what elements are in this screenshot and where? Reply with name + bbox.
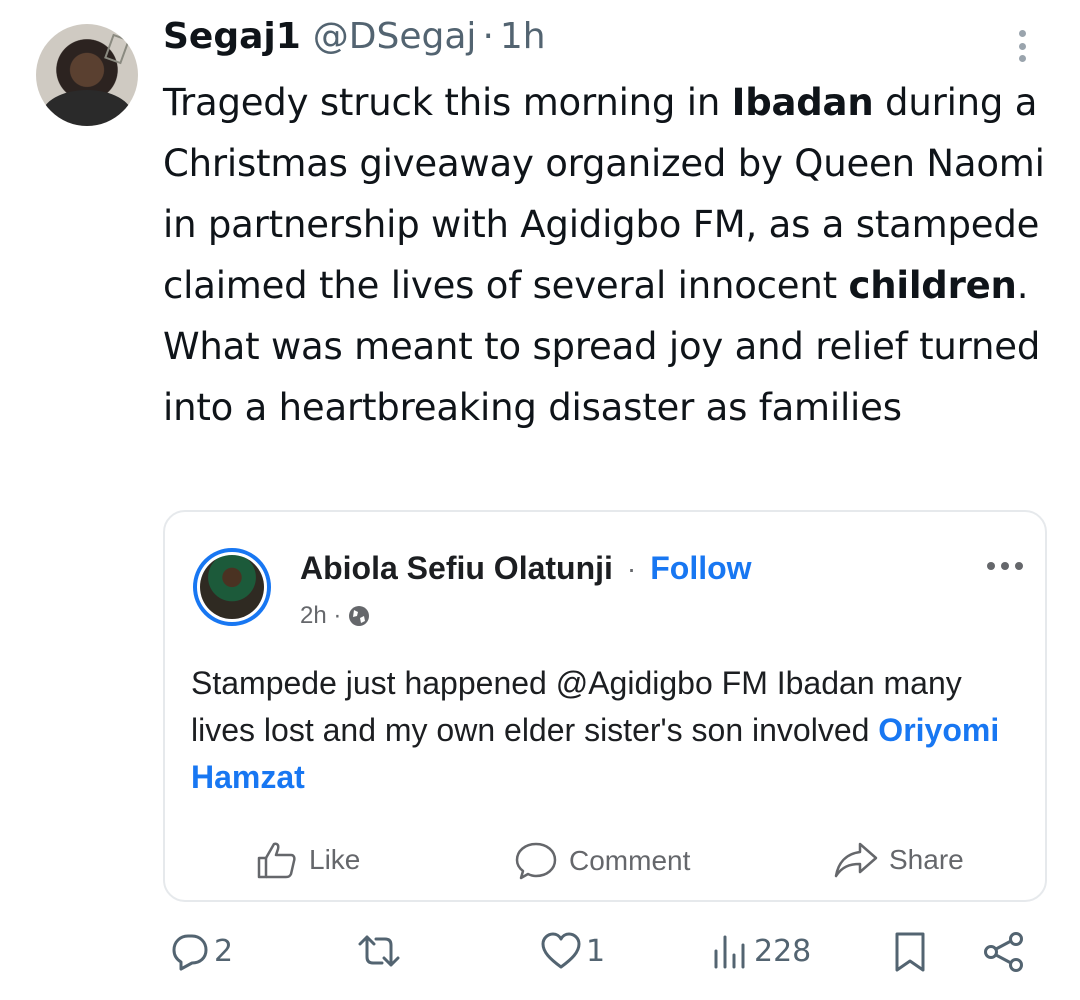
embed-comment-action: Comment xyxy=(513,840,690,882)
embed-header: Abiola Sefiu Olatunji · Follow xyxy=(300,550,752,587)
author-avatar[interactable] xyxy=(36,24,138,126)
embed-avatar-photo xyxy=(200,555,264,619)
reply-count: 2 xyxy=(214,933,234,969)
heart-icon xyxy=(541,932,581,969)
more-icon[interactable] xyxy=(1010,26,1034,66)
embed-author-avatar xyxy=(193,548,271,626)
globe-icon xyxy=(349,606,370,626)
embed-share-label: Share xyxy=(889,844,964,875)
engagement-bar: 2 1 228 xyxy=(0,925,1080,985)
views-button[interactable]: 228 xyxy=(710,931,811,971)
like-count: 1 xyxy=(586,933,606,969)
bookmark-icon xyxy=(895,932,925,972)
like-button[interactable]: 1 xyxy=(540,931,605,971)
bookmark-button[interactable] xyxy=(892,931,928,973)
reply-button[interactable]: 2 xyxy=(170,931,233,971)
thumbs-up-icon xyxy=(257,842,296,879)
share-button[interactable] xyxy=(982,931,1026,973)
tweet-time[interactable]: 1h xyxy=(500,16,546,57)
tweet-text-bold-children: children xyxy=(848,264,1017,307)
avatar-shoulders xyxy=(42,90,132,126)
tweet-header: Segaj1 @DSegaj · 1h xyxy=(163,16,546,68)
embedded-post-image[interactable]: Abiola Sefiu Olatunji · Follow 2h · Stam… xyxy=(163,510,1047,902)
tweet-text-bold-location: Ibadan xyxy=(731,81,874,124)
share-icon xyxy=(984,932,1023,972)
embed-like-label: Like xyxy=(309,844,361,875)
embed-text-body: Stampede just happened @Agidigbo FM Ibad… xyxy=(191,665,962,748)
embed-comment-label: Comment xyxy=(569,845,691,876)
embed-separator: · xyxy=(626,552,637,584)
comment-icon xyxy=(515,842,557,880)
views-count: 228 xyxy=(754,933,812,969)
reply-icon xyxy=(172,934,208,971)
header-separator: · xyxy=(482,16,494,57)
embed-actions: Like Comment Share xyxy=(165,832,1045,892)
views-icon xyxy=(714,935,745,969)
retweet-icon xyxy=(358,935,400,967)
embed-more-icon xyxy=(987,562,1023,570)
embed-text: Stampede just happened @Agidigbo FM Ibad… xyxy=(191,660,1011,801)
embed-follow-button: Follow xyxy=(650,550,752,586)
tweet-text-part: Tragedy struck this morning in xyxy=(163,81,732,124)
retweet-button[interactable] xyxy=(357,931,401,971)
embed-like-action: Like xyxy=(255,840,360,880)
embed-author-name: Abiola Sefiu Olatunji xyxy=(300,550,613,586)
author-name[interactable]: Segaj1 xyxy=(163,16,301,57)
share-arrow-icon xyxy=(834,842,878,878)
tweet-text: Tragedy struck this morning in Ibadan du… xyxy=(163,72,1063,438)
embed-meta: 2h · xyxy=(300,602,371,630)
avatar-background-frame xyxy=(104,33,130,65)
embed-time: 2h · xyxy=(300,602,342,629)
embed-share-action: Share xyxy=(833,840,964,880)
author-handle[interactable]: @DSegaj xyxy=(313,16,477,57)
